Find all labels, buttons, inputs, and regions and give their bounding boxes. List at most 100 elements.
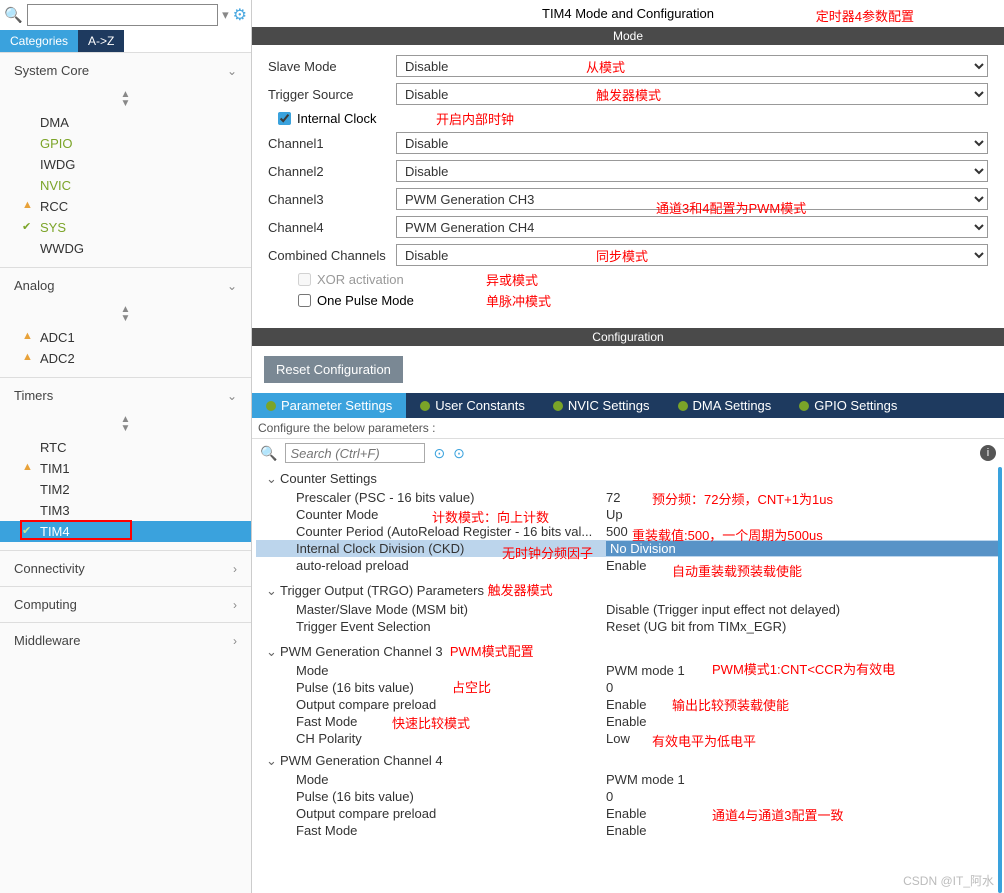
label-internal-clock: Internal Clock (297, 111, 376, 126)
annotation: 异或模式 (486, 270, 538, 289)
annotation: 重装载值:500，一个周期为500us (632, 525, 823, 544)
annotation: 自动重装载预装载使能 (672, 561, 802, 580)
param-search-input[interactable] (285, 443, 425, 463)
param-ch4-fast[interactable]: Fast ModeEnable (256, 822, 1000, 839)
sidebar-item-tim3[interactable]: TIM3 (0, 500, 251, 521)
tab-az[interactable]: A->Z (78, 30, 124, 52)
sidebar-item-wwdg[interactable]: WWDG (0, 238, 251, 259)
scrollbar[interactable] (998, 467, 1002, 893)
group-trgo[interactable]: Trigger Output (TRGO) Parameters 触发器模式 (256, 578, 1000, 601)
check-icon: ✔ (22, 220, 31, 233)
sort-icon[interactable]: ▲▼ (0, 303, 251, 325)
annotation: 触发器模式 (488, 583, 553, 598)
annotation: 开启内部时钟 (436, 109, 514, 128)
param-counter-period[interactable]: Counter Period (AutoReload Register - 16… (256, 523, 1000, 540)
reset-configuration-button[interactable]: Reset Configuration (264, 356, 403, 383)
cat-connectivity[interactable]: Connectivity› (0, 551, 251, 586)
tab-gpio-settings[interactable]: GPIO Settings (785, 393, 911, 418)
select-combined-channels[interactable]: Disable (396, 244, 988, 266)
param-ch4-pulse[interactable]: Pulse (16 bits value)0 (256, 788, 1000, 805)
annotation: PWM模式1:CNT<CCR为有效电 (712, 659, 895, 678)
config-tabs: Parameter Settings User Constants NVIC S… (252, 393, 1004, 418)
warn-icon: ▲ (22, 461, 33, 473)
sidebar-item-gpio[interactable]: GPIO (0, 133, 251, 154)
tab-user-constants[interactable]: User Constants (406, 393, 539, 418)
sidebar-item-nvic[interactable]: NVIC (0, 175, 251, 196)
nav-next-icon[interactable]: ⊙ (453, 445, 465, 462)
param-ch3-preload[interactable]: Output compare preloadEnable (256, 696, 1000, 713)
sort-icon[interactable]: ▲▼ (0, 88, 251, 110)
param-ch3-fast[interactable]: Fast ModeEnable (256, 713, 1000, 730)
label-channel1: Channel1 (268, 136, 396, 151)
select-trigger-source[interactable]: Disable (396, 83, 988, 105)
search-icon: 🔍 (260, 445, 277, 462)
annotation: 有效电平为低电平 (652, 731, 756, 750)
config-header: Configuration (252, 328, 1004, 346)
param-ch4-preload[interactable]: Output compare preloadEnable (256, 805, 1000, 822)
checkbox-internal-clock[interactable] (278, 112, 291, 125)
annotation: 定时器4参数配置 (816, 6, 914, 25)
param-prescaler[interactable]: Prescaler (PSC - 16 bits value)72 (256, 489, 1000, 506)
gear-icon[interactable]: ⚙ (233, 5, 247, 25)
chevron-right-icon: › (233, 634, 237, 648)
param-ch4-mode[interactable]: ModePWM mode 1 (256, 771, 1000, 788)
annotation: 单脉冲模式 (486, 291, 551, 310)
sidebar-item-adc1[interactable]: ▲ADC1 (0, 327, 251, 348)
sidebar-item-iwdg[interactable]: IWDG (0, 154, 251, 175)
chevron-down-icon: ⌄ (227, 64, 237, 78)
search-icon: 🔍 (4, 6, 23, 24)
sidebar-item-dma[interactable]: DMA (0, 112, 251, 133)
annotation: 同步模式 (596, 246, 648, 265)
parameters-tree: Counter Settings Prescaler (PSC - 16 bit… (252, 467, 1004, 893)
sidebar-item-rtc[interactable]: RTC (0, 437, 251, 458)
select-channel1[interactable]: Disable (396, 132, 988, 154)
info-icon[interactable]: i (980, 445, 996, 461)
sidebar-search-input[interactable] (27, 4, 218, 26)
tab-categories[interactable]: Categories (0, 30, 78, 52)
cat-label: Analog (14, 278, 54, 293)
select-channel2[interactable]: Disable (396, 160, 988, 182)
watermark: CSDN @IT_阿水 (903, 872, 994, 889)
param-clock-division[interactable]: Internal Clock Division (CKD)No Division (256, 540, 1000, 557)
cat-timers[interactable]: Timers⌄ (0, 378, 251, 413)
param-trigger-event[interactable]: Trigger Event SelectionReset (UG bit fro… (256, 618, 1000, 635)
highlight-box (20, 520, 132, 540)
tab-nvic-settings[interactable]: NVIC Settings (539, 393, 664, 418)
sidebar-item-rcc[interactable]: ▲RCC (0, 196, 251, 217)
tab-dma-settings[interactable]: DMA Settings (664, 393, 786, 418)
label-one-pulse: One Pulse Mode (317, 293, 414, 308)
check-icon: ✔ (22, 524, 31, 537)
annotation: 占空比 (452, 677, 491, 696)
param-ch3-pulse[interactable]: Pulse (16 bits value)0 (256, 679, 1000, 696)
select-slave-mode[interactable]: Disable (396, 55, 988, 77)
warn-icon: ▲ (22, 199, 33, 211)
param-auto-reload[interactable]: auto-reload preloadEnable (256, 557, 1000, 574)
param-ch3-polarity[interactable]: CH PolarityLow (256, 730, 1000, 747)
sidebar-item-tim1[interactable]: ▲TIM1 (0, 458, 251, 479)
param-counter-mode[interactable]: Counter ModeUp (256, 506, 1000, 523)
sidebar-item-sys[interactable]: ✔SYS (0, 217, 251, 238)
warn-icon: ▲ (22, 330, 33, 342)
param-msm[interactable]: Master/Slave Mode (MSM bit)Disable (Trig… (256, 601, 1000, 618)
chevron-right-icon: › (233, 598, 237, 612)
sort-icon[interactable]: ▲▼ (0, 413, 251, 435)
cat-analog[interactable]: Analog⌄ (0, 268, 251, 303)
tab-parameter-settings[interactable]: Parameter Settings (252, 393, 406, 418)
label-channel4: Channel4 (268, 220, 396, 235)
group-pwm-ch4[interactable]: PWM Generation Channel 4 (256, 751, 1000, 771)
sidebar-item-adc2[interactable]: ▲ADC2 (0, 348, 251, 369)
label-combined-channels: Combined Channels (268, 248, 396, 263)
annotation: 计数模式：向上计数 (432, 507, 549, 526)
cat-label: System Core (14, 63, 89, 78)
cat-system-core[interactable]: System Core ⌄ (0, 53, 251, 88)
group-counter-settings[interactable]: Counter Settings (256, 469, 1000, 489)
nav-prev-icon[interactable]: ⊙ (433, 445, 445, 462)
cat-label: Connectivity (14, 561, 85, 576)
checkbox-one-pulse[interactable] (298, 294, 311, 307)
sidebar-item-tim2[interactable]: TIM2 (0, 479, 251, 500)
annotation: 预分频：72分频，CNT+1为1us (652, 489, 833, 508)
cat-middleware[interactable]: Middleware› (0, 623, 251, 658)
cat-computing[interactable]: Computing› (0, 587, 251, 622)
select-channel4[interactable]: PWM Generation CH4 (396, 216, 988, 238)
sidebar-item-tim4[interactable]: ✔TIM4 (0, 521, 251, 542)
